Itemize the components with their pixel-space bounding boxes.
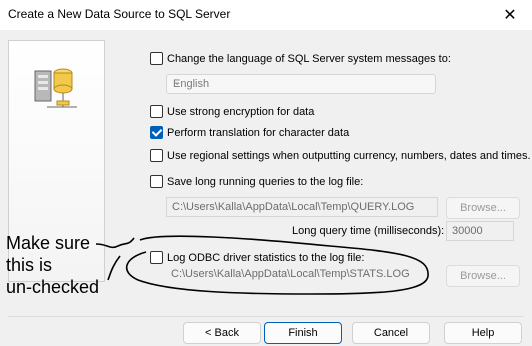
regional-label: Use regional settings when outputting cu… xyxy=(167,149,531,162)
log-odbc-checkbox[interactable] xyxy=(150,251,163,264)
browse-stats-log-button[interactable]: Browse... xyxy=(446,265,520,287)
save-long-checkbox[interactable] xyxy=(150,175,163,188)
browse-query-log-button[interactable]: Browse... xyxy=(446,197,520,219)
annotation-line-3: un-checked xyxy=(6,277,100,297)
save-long-label: Save long running queries to the log fil… xyxy=(167,175,364,188)
log-odbc-label: Log ODBC driver statistics to the log fi… xyxy=(167,251,365,264)
change-language-row[interactable]: Change the language of SQL Server system… xyxy=(150,52,451,65)
long-query-field: 30000 xyxy=(446,221,514,241)
back-button[interactable]: < Back xyxy=(183,322,261,344)
cancel-button[interactable]: Cancel xyxy=(352,322,430,344)
strong-encryption-checkbox[interactable] xyxy=(150,105,163,118)
translation-label: Perform translation for character data xyxy=(167,126,350,139)
strong-encryption-row[interactable]: Use strong encryption for data xyxy=(150,105,314,118)
long-query-label: Long query time (milliseconds): xyxy=(292,225,445,237)
change-language-checkbox[interactable] xyxy=(150,52,163,65)
translation-row[interactable]: Perform translation for character data xyxy=(150,126,349,139)
annotation-note: Make sure this is un-checked xyxy=(6,232,99,298)
stats-log-path-field: C:\Users\Kalla\AppData\Local\Temp\STATS.… xyxy=(171,268,410,280)
title-bar: Create a New Data Source to SQL Server ✕ xyxy=(0,0,532,30)
query-log-path-field: C:\Users\Kalla\AppData\Local\Temp\QUERY.… xyxy=(166,197,438,217)
regional-row[interactable]: Use regional settings when outputting cu… xyxy=(150,149,531,162)
close-icon[interactable]: ✕ xyxy=(488,0,532,30)
help-button[interactable]: Help xyxy=(444,322,522,344)
window-title: Create a New Data Source to SQL Server xyxy=(8,7,231,21)
server-database-icon xyxy=(34,68,77,108)
regional-checkbox[interactable] xyxy=(150,149,163,162)
translation-checkbox[interactable] xyxy=(150,126,163,139)
language-select: English ⌄ xyxy=(166,74,436,94)
chevron-down-icon: ⌄ xyxy=(173,77,182,88)
annotation-line-1: Make sure xyxy=(6,233,91,253)
finish-button[interactable]: Finish xyxy=(264,322,342,344)
save-long-row[interactable]: Save long running queries to the log fil… xyxy=(150,175,363,188)
divider xyxy=(8,316,524,317)
log-odbc-row[interactable]: Log ODBC driver statistics to the log fi… xyxy=(150,251,364,264)
annotation-line-2: this is xyxy=(6,255,53,275)
change-language-label: Change the language of SQL Server system… xyxy=(167,52,451,65)
strong-encryption-label: Use strong encryption for data xyxy=(167,105,315,118)
